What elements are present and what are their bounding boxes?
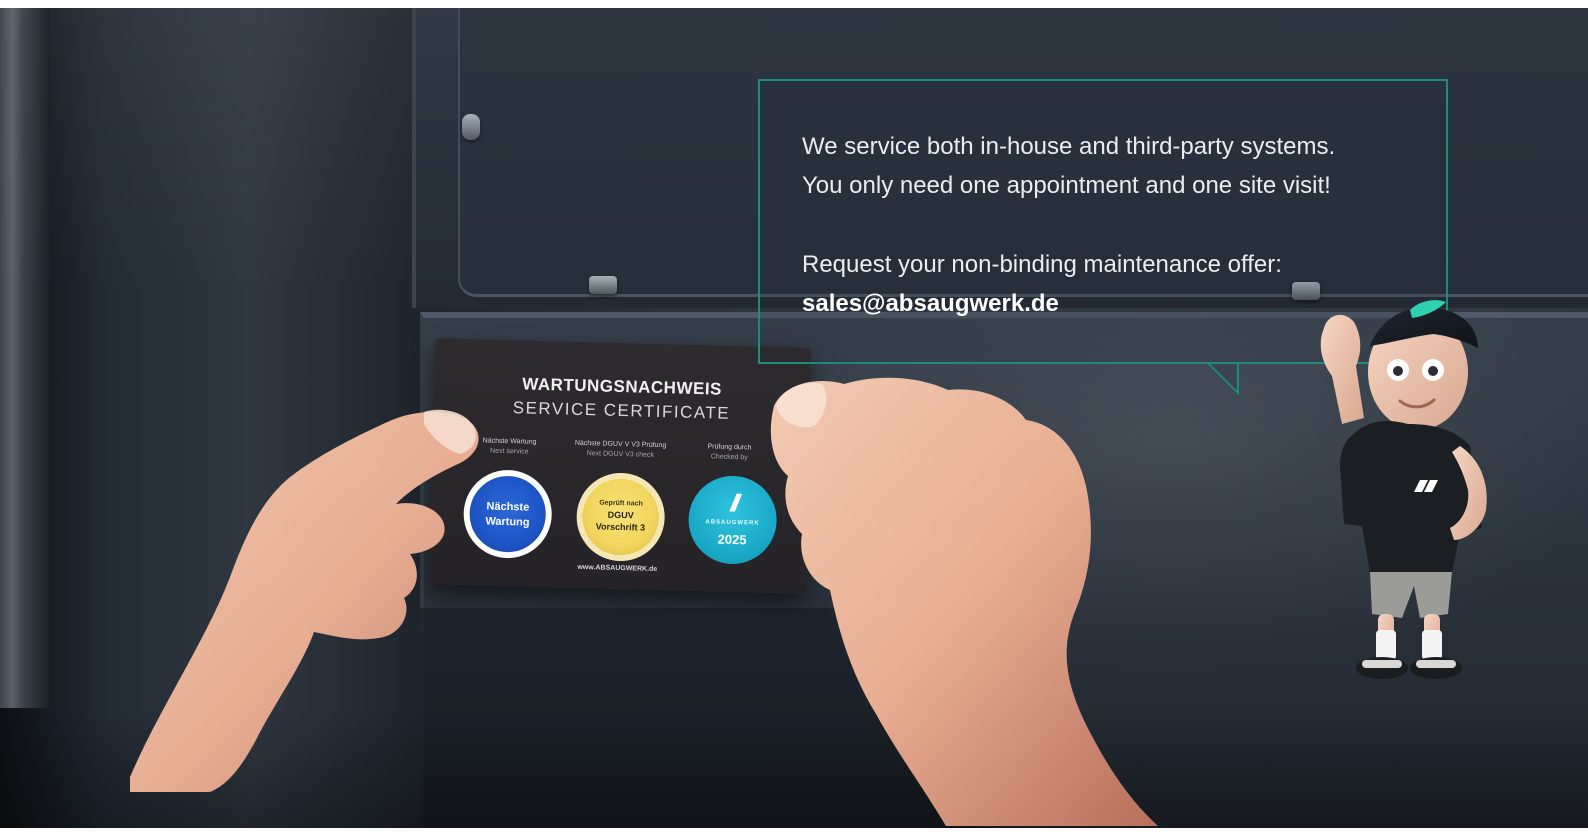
badge-line: DGUV: [607, 509, 634, 521]
hero-stage: WARTUNGSNACHWEIS SERVICE CERTIFICATE Näc…: [0, 0, 1588, 839]
card-column-next-check: Nächste DGUV V V3 Prüfung Next DGUV V3 c…: [561, 438, 679, 461]
left-hand: [120, 392, 500, 792]
callout-line-3: Request your non-binding maintenance off…: [802, 251, 1282, 278]
card-column-sublabel: Next DGUV V3 check: [586, 450, 655, 459]
card-column-label: Prüfung durch: [707, 443, 752, 452]
left-highlight: [0, 8, 50, 708]
callout-spacer: [802, 205, 1412, 245]
badge-line: Geprüft nach: [599, 499, 643, 508]
badge-line: Vorschrift 3: [595, 521, 646, 533]
screw-icon: [462, 114, 480, 140]
callout-tail: [1207, 362, 1240, 396]
card-column-label: Nächste DGUV V V3 Prüfung: [574, 439, 667, 450]
screw-icon: [589, 276, 617, 294]
right-hand: [760, 366, 1180, 826]
dguv-badge: Geprüft nach DGUV Vorschrift 3: [575, 471, 666, 563]
mascot-character: [1310, 292, 1510, 692]
callout-line-1: We service both in-house and third-party…: [802, 133, 1336, 160]
callout-line-2: You only need one appointment and one si…: [802, 172, 1331, 199]
